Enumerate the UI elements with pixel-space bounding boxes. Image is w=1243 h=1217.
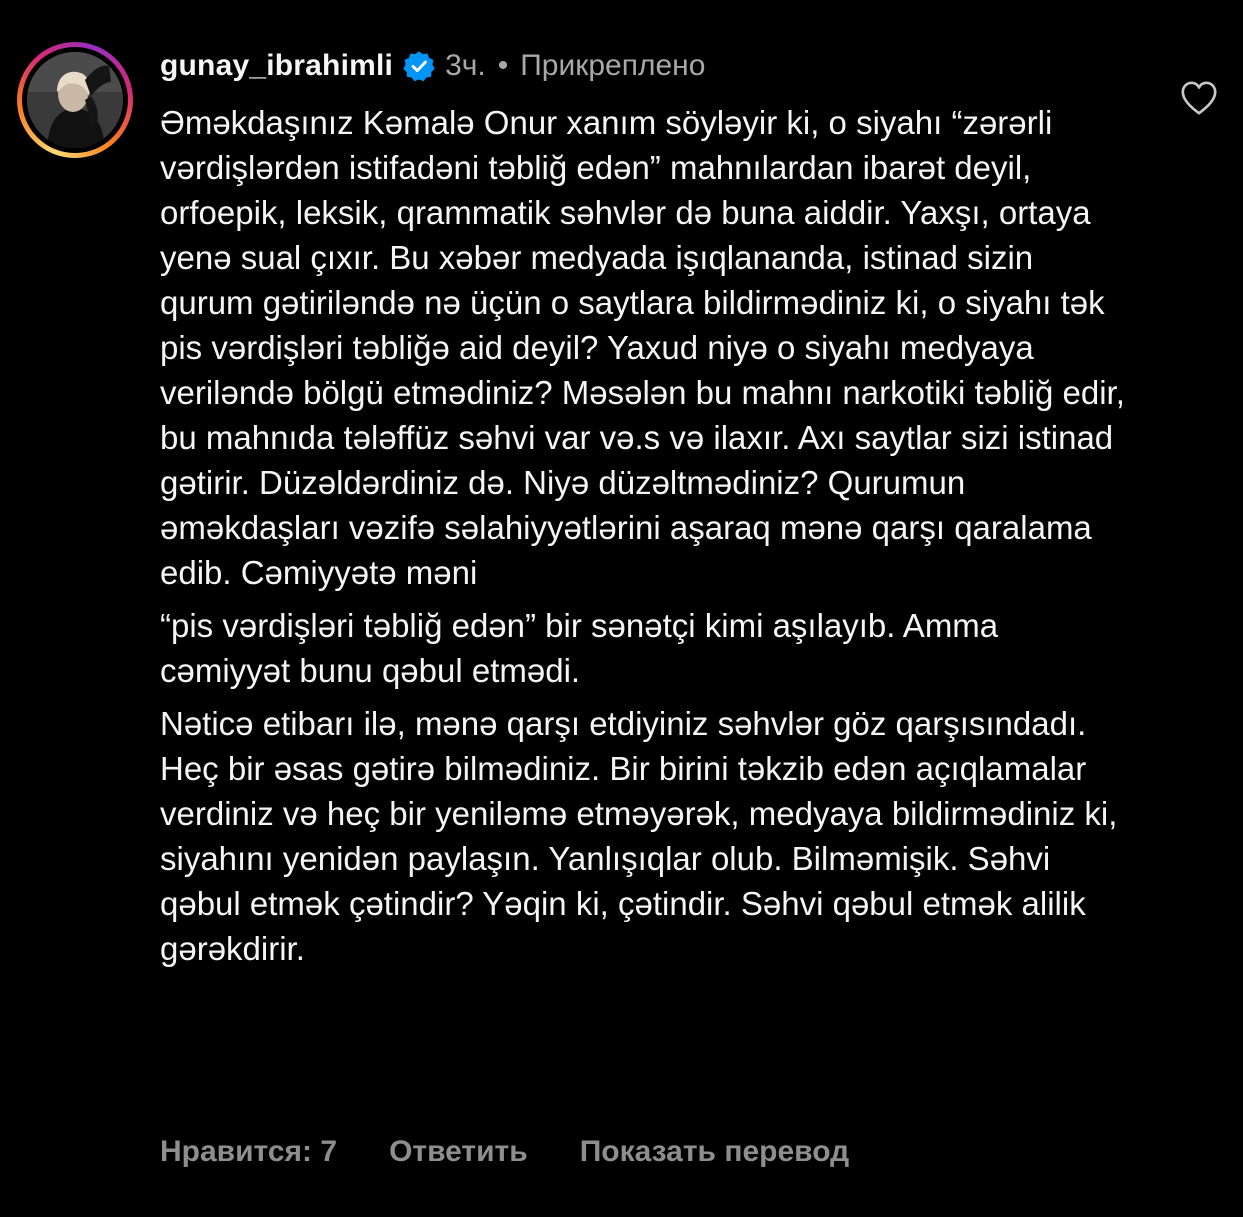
comment-timestamp: 3ч. xyxy=(445,49,486,82)
comment-header: gunay_ibrahimli 3ч. • Прикреплено xyxy=(160,44,705,88)
avatar[interactable] xyxy=(27,52,123,148)
verified-badge-icon xyxy=(403,51,435,82)
comment-paragraph-2: “pis vərdişləri təbliğ edən” bir sənətçi… xyxy=(160,607,999,689)
reply-button[interactable]: Ответить xyxy=(389,1135,528,1169)
username-link[interactable]: gunay_ibrahimli xyxy=(160,49,393,83)
show-translation-button[interactable]: Показать перевод xyxy=(580,1135,849,1169)
avatar-story-ring[interactable] xyxy=(17,42,133,158)
heart-icon[interactable] xyxy=(1180,80,1218,116)
comment-paragraph-1: Əməkdaşınız Kəmalə Onur xanım söyləyir k… xyxy=(160,104,1125,591)
comment-body: Əməkdaşınız Kəmalə Onur xanım söyləyir k… xyxy=(160,100,1135,971)
avatar-photo-icon xyxy=(27,52,123,148)
meta-separator: • xyxy=(497,49,509,82)
avatar-ring-gap xyxy=(22,47,128,153)
pinned-label: Прикреплено xyxy=(520,49,706,82)
likes-count-button[interactable]: Нравится: 7 xyxy=(160,1135,337,1169)
comment-actions: Нравится: 7 Ответить Показать перевод xyxy=(160,1135,849,1169)
comment-paragraph-3: Nəticə etibarı ilə, mənə qarşı etdiyiniz… xyxy=(160,705,1118,967)
